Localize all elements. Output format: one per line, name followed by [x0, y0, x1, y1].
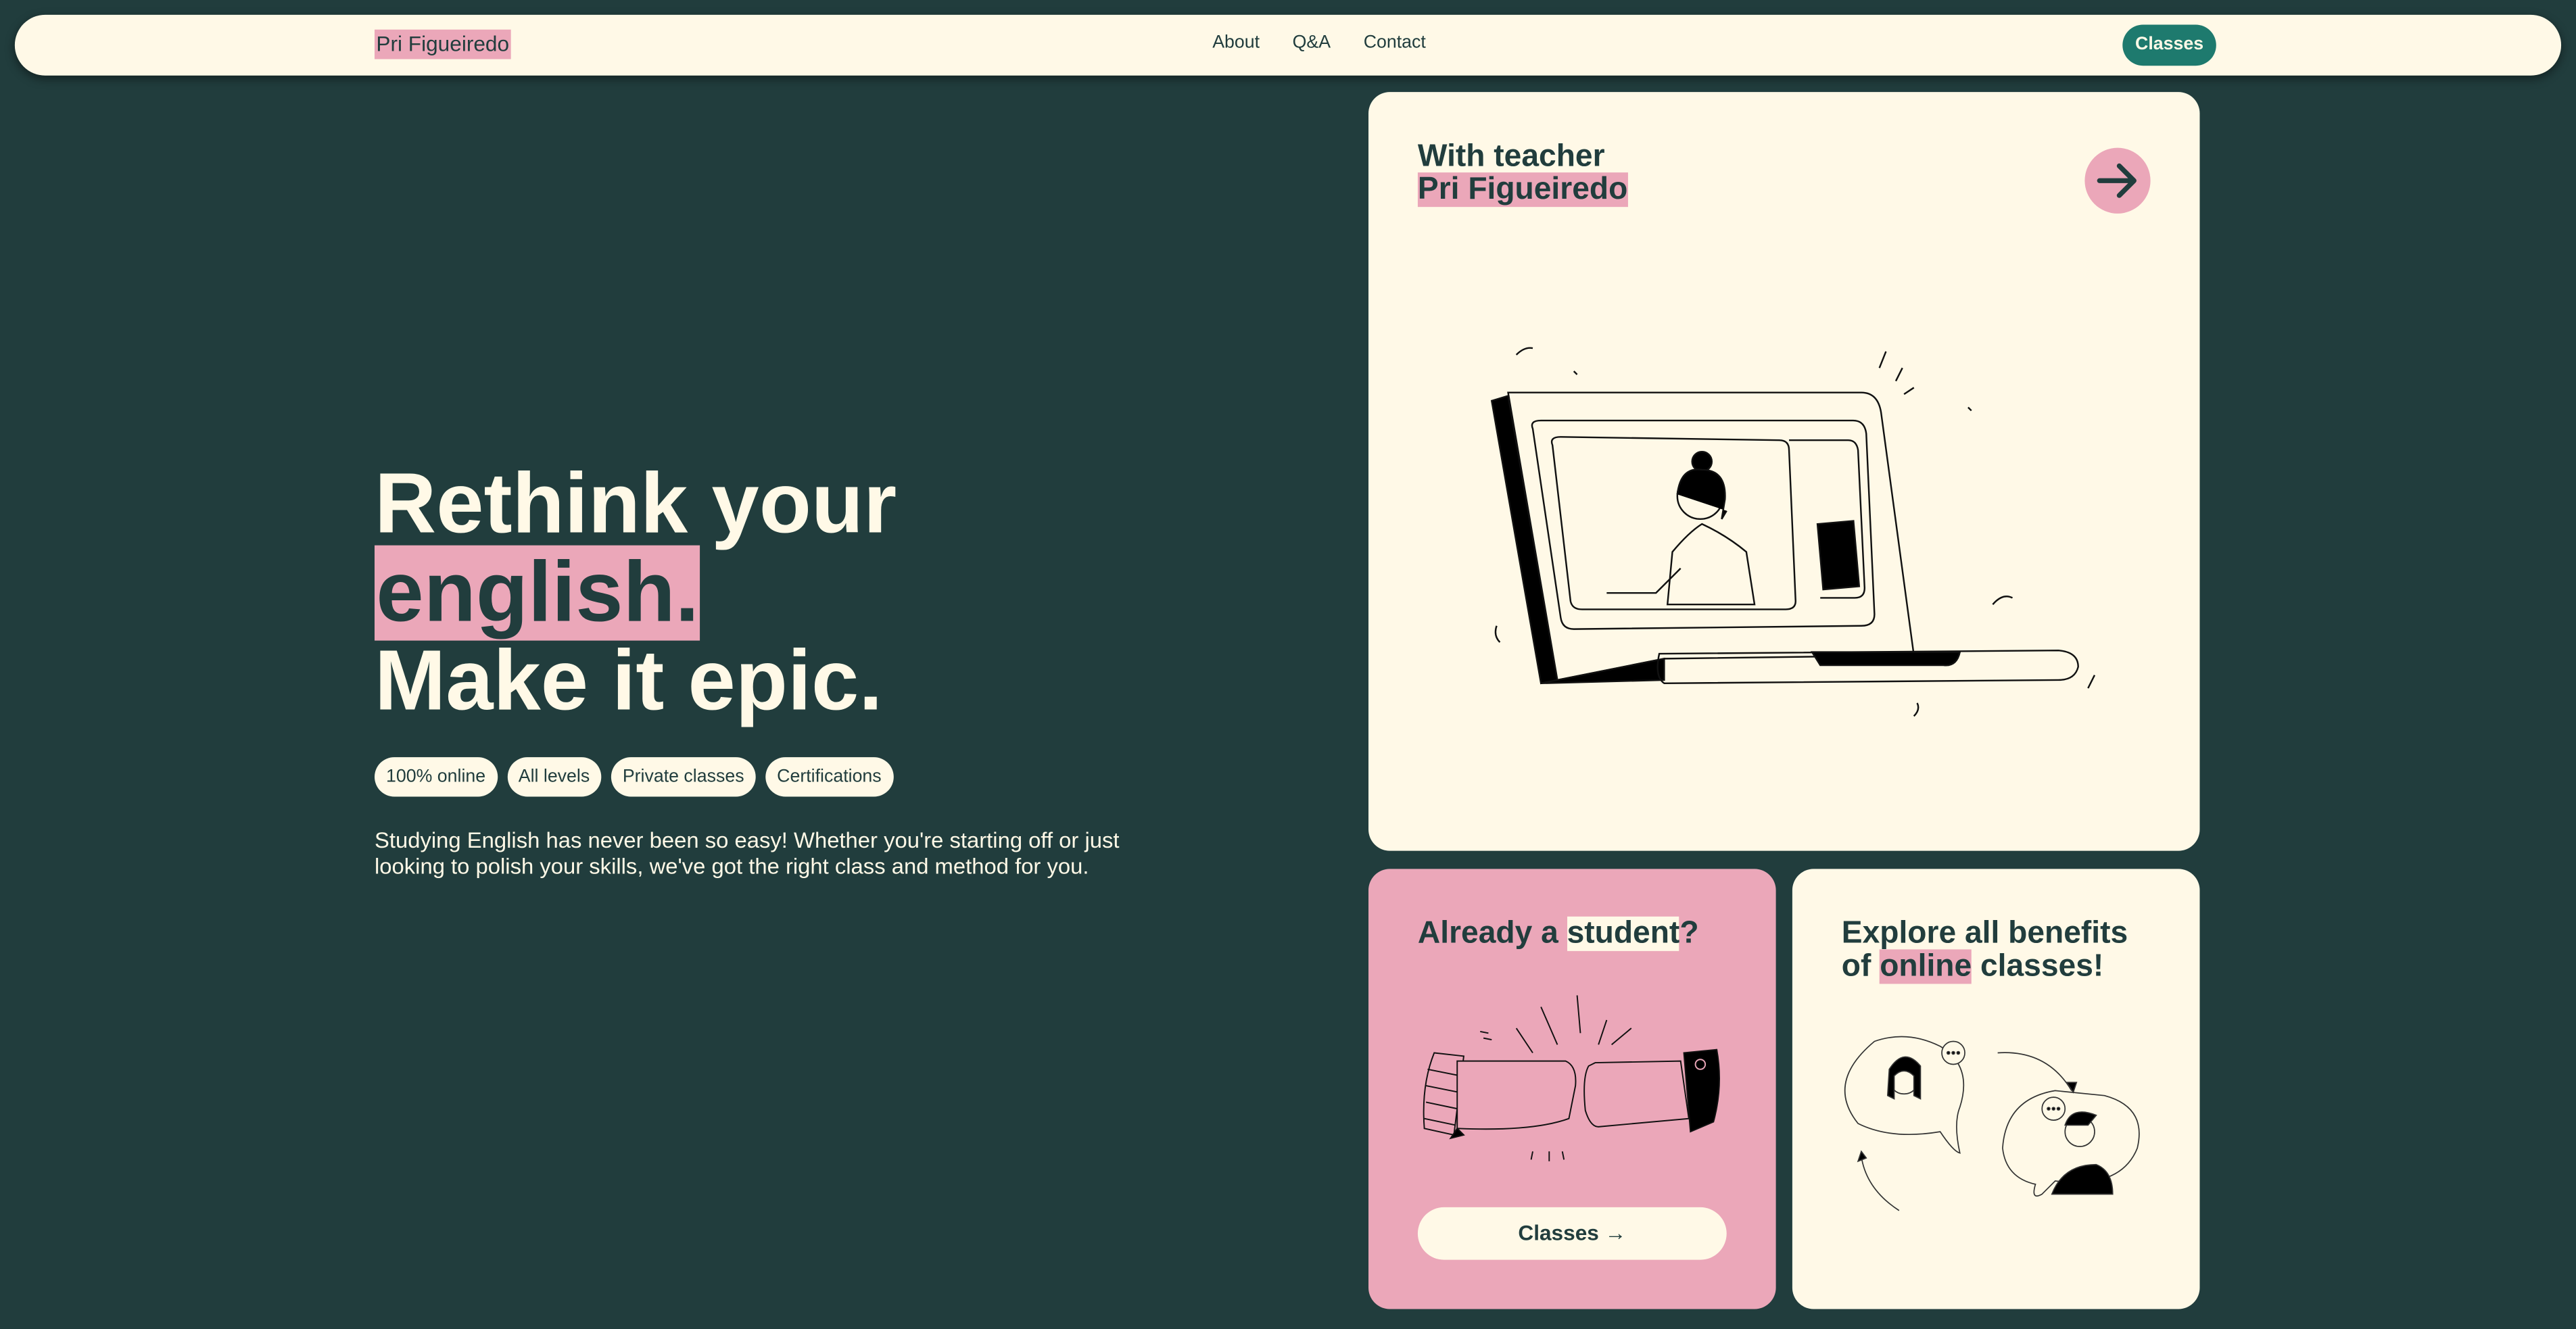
student-title-suffix: ?: [1679, 916, 1699, 951]
chip-levels: All levels: [506, 757, 602, 797]
hero-line-1: Rethink your: [374, 456, 897, 552]
arrow-right-icon: [2097, 163, 2137, 198]
student-card: Already a student? Classes →: [1368, 869, 1776, 1309]
nav-links: About Q&A Contact: [1212, 33, 1426, 53]
page: Pri Figueiredo About Q&A Contact Classes…: [0, 0, 2576, 1329]
online-chat-illustration: [1844, 1036, 2140, 1211]
nav-link-contact[interactable]: Contact: [1364, 33, 1426, 53]
nav-link-about[interactable]: About: [1212, 33, 1260, 53]
teacher-card-title: With teacher Pri Figueiredo: [1417, 139, 1628, 208]
teacher-card[interactable]: With teacher Pri Figueiredo: [1368, 92, 2200, 851]
benefits-title-prefix: of: [1841, 949, 1880, 984]
student-title-highlight: student: [1567, 916, 1680, 951]
fist-bump-illustration: [1423, 995, 1720, 1161]
feature-chips: 100% online All levels Private classes C…: [374, 757, 893, 797]
classes-nav-button[interactable]: Classes: [2122, 24, 2216, 66]
benefits-title-line1: Explore all benefits: [1841, 916, 2128, 951]
nav-link-qa[interactable]: Q&A: [1293, 33, 1331, 53]
student-title-prefix: Already a: [1417, 916, 1567, 951]
benefits-card-title: Explore all benefits of online classes!: [1841, 916, 2128, 984]
teacher-card-line1: With teacher: [1417, 139, 1605, 174]
teacher-arrow-button[interactable]: [2084, 147, 2151, 214]
teacher-card-name: Pri Figueiredo: [1417, 172, 1628, 208]
benefits-card[interactable]: Explore all benefits of online classes!: [1792, 869, 2200, 1309]
laptop-teacher-illustration: [1490, 347, 2096, 717]
chip-online: 100% online: [374, 757, 498, 797]
logo[interactable]: Pri Figueiredo: [374, 29, 511, 59]
student-classes-button[interactable]: Classes →: [1417, 1207, 1727, 1260]
hero-line-3: Make it epic.: [374, 633, 883, 729]
benefits-title-suffix: classes!: [1972, 949, 2104, 984]
navbar: Pri Figueiredo About Q&A Contact Classes: [14, 14, 2562, 76]
hero-description: Studying English has never been so easy!…: [374, 827, 1120, 879]
hero-highlight: english.: [374, 545, 701, 641]
chip-private: Private classes: [611, 757, 756, 797]
student-card-title: Already a student?: [1417, 916, 1699, 951]
chip-certifications: Certifications: [765, 757, 893, 797]
hero-heading: Rethink your english. Make it epic.: [374, 456, 897, 729]
benefits-title-highlight: online: [1880, 949, 1972, 984]
